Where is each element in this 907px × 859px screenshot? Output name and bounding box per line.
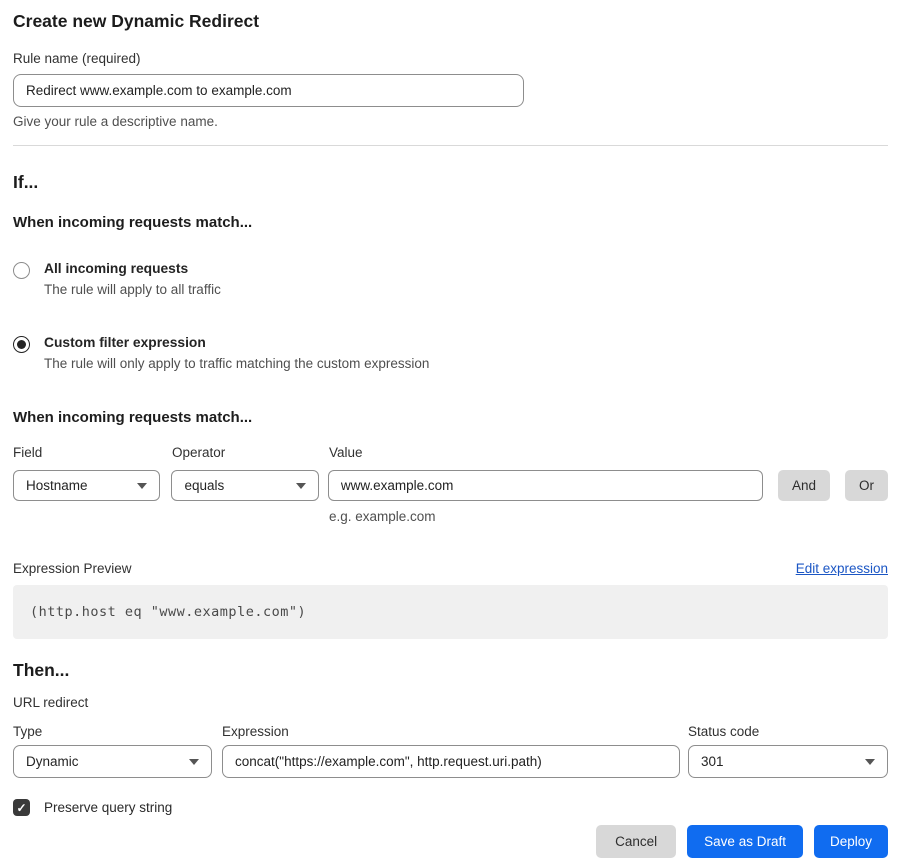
- field-column-label: Field: [13, 446, 172, 460]
- rule-name-label: Rule name (required): [13, 52, 888, 66]
- radio-unselected-icon[interactable]: [13, 262, 30, 279]
- then-column-labels: Type Expression Status code: [13, 725, 888, 739]
- rule-name-help: Give your rule a descriptive name.: [13, 114, 888, 129]
- value-help-text: e.g. example.com: [329, 509, 888, 524]
- edit-expression-link[interactable]: Edit expression: [796, 561, 888, 576]
- match-mode-radio-group: All incoming requests The rule will appl…: [13, 261, 888, 372]
- then-row: Dynamic 301: [13, 745, 888, 778]
- deploy-button[interactable]: Deploy: [814, 825, 888, 858]
- url-redirect-label: URL redirect: [13, 695, 888, 710]
- operator-dropdown-value: equals: [184, 478, 224, 493]
- chevron-down-icon: [137, 483, 147, 489]
- expression-preview-code: (http.host eq "www.example.com"): [30, 604, 306, 620]
- operator-column-label: Operator: [172, 446, 329, 460]
- save-as-draft-button[interactable]: Save as Draft: [687, 825, 803, 858]
- radio-label: Custom filter expression: [44, 335, 429, 351]
- type-column-label: Type: [13, 725, 222, 739]
- form-actions: Cancel Save as Draft Deploy: [13, 825, 888, 858]
- radio-label: All incoming requests: [44, 261, 221, 277]
- status-code-dropdown[interactable]: 301: [688, 745, 888, 778]
- field-dropdown[interactable]: Hostname: [13, 470, 160, 501]
- radio-custom-filter-expression[interactable]: Custom filter expression The rule will o…: [13, 335, 888, 372]
- expression-preview-label: Expression Preview: [13, 561, 132, 576]
- and-button[interactable]: And: [778, 470, 830, 501]
- type-dropdown[interactable]: Dynamic: [13, 745, 212, 778]
- value-column-label: Value: [329, 446, 888, 460]
- filter-row: Hostname equals And Or: [13, 470, 888, 501]
- rule-name-input[interactable]: [13, 74, 524, 107]
- filter-column-labels: Field Operator Value: [13, 446, 888, 460]
- preserve-query-string-row[interactable]: ✓ Preserve query string: [13, 799, 888, 816]
- checkbox-checked-icon[interactable]: ✓: [13, 799, 30, 816]
- radio-selected-icon[interactable]: [13, 336, 30, 353]
- type-dropdown-value: Dynamic: [26, 754, 79, 769]
- redirect-expression-input[interactable]: [222, 745, 680, 778]
- radio-description: The rule will only apply to traffic matc…: [44, 356, 429, 372]
- operator-dropdown[interactable]: equals: [171, 470, 318, 501]
- value-input[interactable]: [328, 470, 763, 501]
- status-code-dropdown-value: 301: [701, 754, 724, 769]
- create-redirect-form: Create new Dynamic Redirect Rule name (r…: [0, 0, 907, 858]
- match-heading: When incoming requests match...: [13, 214, 888, 231]
- or-button[interactable]: Or: [845, 470, 888, 501]
- chevron-down-icon: [865, 759, 875, 765]
- preserve-query-string-label: Preserve query string: [44, 800, 172, 815]
- filter-builder-heading: When incoming requests match...: [13, 409, 888, 426]
- status-code-column-label: Status code: [688, 725, 888, 739]
- expression-preview-box: (http.host eq "www.example.com"): [13, 585, 888, 639]
- page-title: Create new Dynamic Redirect: [13, 10, 888, 32]
- expression-preview-header: Expression Preview Edit expression: [13, 561, 888, 576]
- cancel-button[interactable]: Cancel: [596, 825, 676, 858]
- field-dropdown-value: Hostname: [26, 478, 88, 493]
- expression-column-label: Expression: [222, 725, 688, 739]
- radio-description: The rule will apply to all traffic: [44, 282, 221, 298]
- checkmark-icon: ✓: [16, 802, 26, 814]
- chevron-down-icon: [189, 759, 199, 765]
- if-section-heading: If...: [13, 172, 888, 193]
- radio-all-incoming-requests[interactable]: All incoming requests The rule will appl…: [13, 261, 888, 298]
- then-section-heading: Then...: [13, 660, 888, 681]
- section-divider: [13, 145, 888, 146]
- chevron-down-icon: [296, 483, 306, 489]
